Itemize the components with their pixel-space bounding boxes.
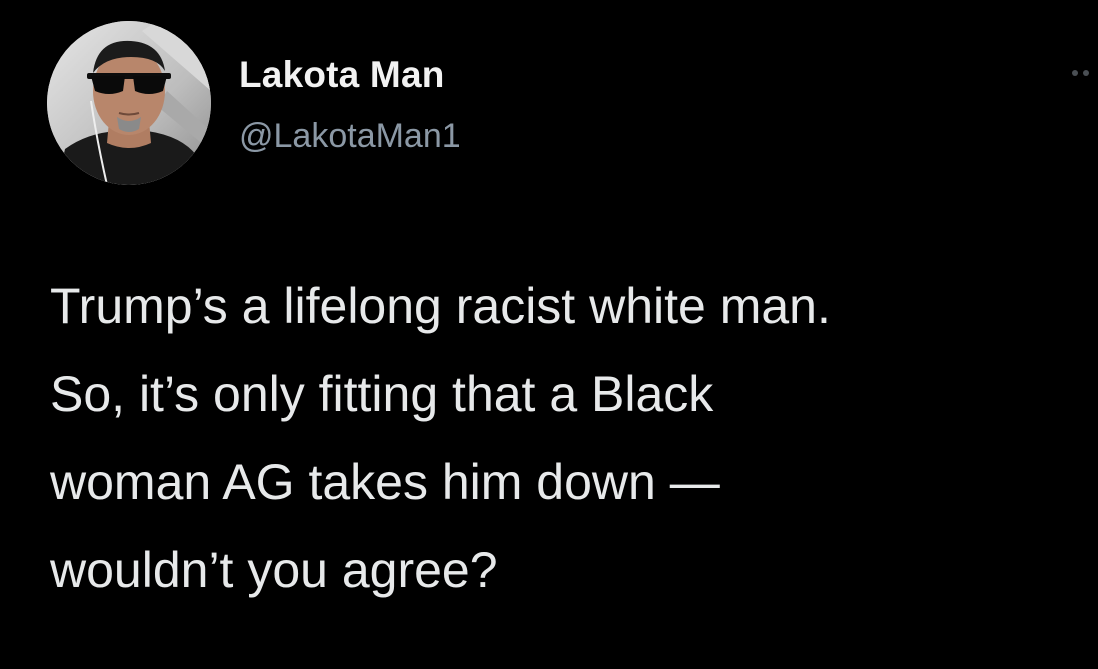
more-options-icon[interactable] (1068, 58, 1098, 88)
tweet-card: Lakota Man @LakotaMan1 Trump’s a lifelon… (0, 0, 1098, 669)
author-avatar[interactable] (47, 21, 211, 185)
author-display-name[interactable]: Lakota Man (239, 54, 445, 96)
tweet-text-line: wouldn’t you agree? (50, 542, 498, 598)
tweet-text-line: So, it’s only fitting that a Black (50, 366, 714, 422)
tweet-text-line: Trump’s a lifelong racist white man. (50, 278, 831, 334)
profile-photo-icon (47, 21, 211, 185)
tweet-text-line: woman AG takes him down — (50, 454, 720, 510)
tweet-text: Trump’s a lifelong racist white man. So,… (50, 262, 1095, 614)
author-handle[interactable]: @LakotaMan1 (239, 117, 461, 156)
